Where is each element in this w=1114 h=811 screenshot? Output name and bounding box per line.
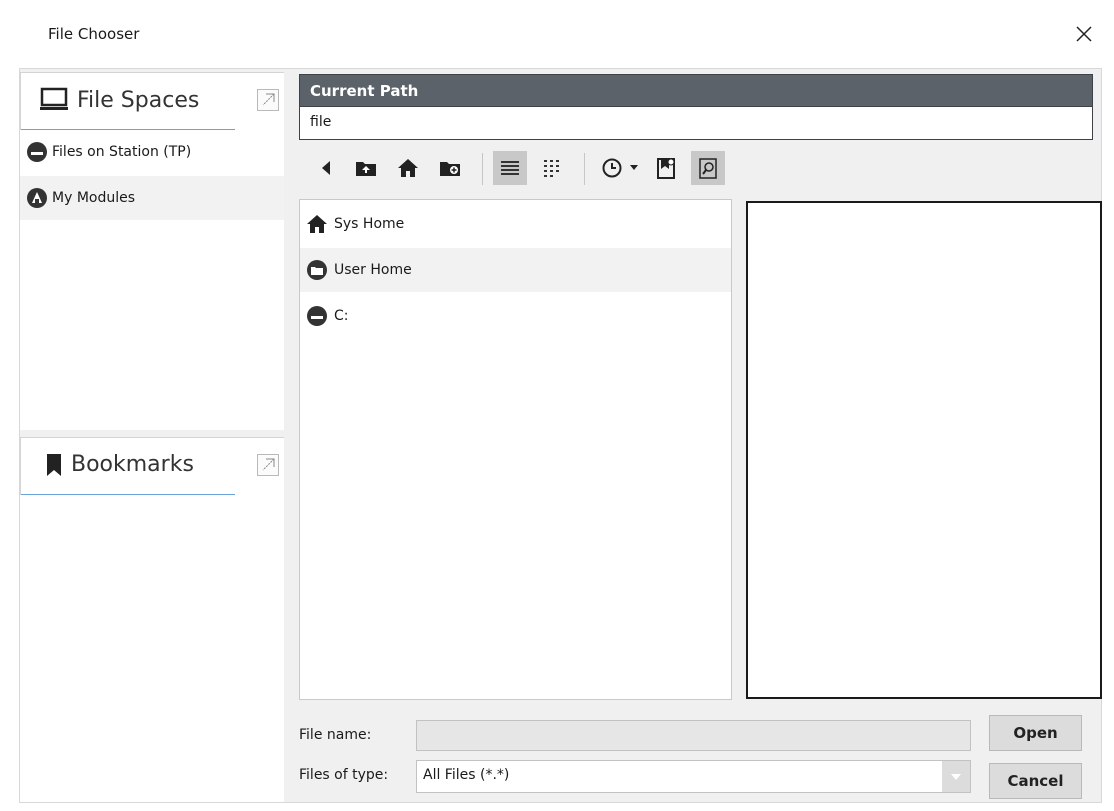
file-list-item[interactable]: Sys Home bbox=[300, 202, 731, 246]
drive-icon bbox=[307, 306, 327, 326]
home-icon bbox=[307, 215, 327, 233]
back-icon bbox=[322, 161, 330, 175]
bookmark-add-icon bbox=[657, 158, 675, 179]
bookmarks-label: Bookmarks bbox=[71, 452, 194, 477]
history-dropdown-button[interactable] bbox=[624, 151, 644, 185]
history-icon bbox=[602, 158, 622, 178]
details-view-icon bbox=[544, 160, 559, 177]
bookmarks-pane: Bookmarks bbox=[20, 437, 284, 496]
file-space-label: Files on Station (TP) bbox=[52, 144, 192, 160]
toolbar-separator bbox=[584, 153, 585, 185]
file-list-item-label: C: bbox=[334, 308, 349, 324]
close-button[interactable] bbox=[1068, 18, 1100, 50]
file-name-input[interactable] bbox=[416, 720, 971, 751]
expand-icon bbox=[262, 458, 275, 471]
file-list-item[interactable]: C: bbox=[300, 294, 731, 338]
window-title: File Chooser bbox=[48, 25, 140, 43]
file-chooser-dialog: File Spaces Files on Station (TP) My Mod… bbox=[19, 68, 1102, 803]
title-bar: File Chooser bbox=[0, 0, 1114, 68]
file-list-item[interactable]: User Home bbox=[300, 248, 731, 292]
bookmark-icon bbox=[47, 453, 61, 476]
files-of-type-select[interactable]: All Files (*.*) bbox=[416, 760, 971, 793]
user-folder-icon bbox=[307, 260, 327, 280]
current-path-header: Current Path bbox=[299, 74, 1093, 107]
files-of-type-value: All Files (*.*) bbox=[423, 767, 510, 783]
home-icon bbox=[398, 159, 418, 177]
computer-icon bbox=[40, 87, 68, 110]
list-view-icon bbox=[501, 161, 519, 175]
bookmarks-expand-button[interactable] bbox=[257, 454, 279, 476]
toolbar-separator bbox=[482, 153, 483, 185]
open-button[interactable]: Open bbox=[989, 715, 1082, 751]
file-name-label: File name: bbox=[299, 727, 372, 743]
bookmarks-list bbox=[20, 495, 284, 802]
new-folder-button[interactable] bbox=[433, 151, 467, 185]
cancel-button[interactable]: Cancel bbox=[989, 763, 1082, 799]
file-spaces-pane: File Spaces bbox=[20, 72, 284, 131]
files-of-type-label: Files of type: bbox=[299, 767, 389, 783]
expand-icon bbox=[262, 93, 275, 106]
file-list-item-label: User Home bbox=[334, 262, 412, 278]
list-view-button[interactable] bbox=[493, 151, 527, 185]
up-folder-icon bbox=[356, 162, 376, 176]
file-preview-pane bbox=[746, 201, 1102, 699]
chevron-down-icon bbox=[951, 773, 961, 780]
file-spaces-label: File Spaces bbox=[77, 87, 200, 113]
file-toolbar bbox=[299, 149, 1093, 189]
tab-bookmarks[interactable]: Bookmarks bbox=[45, 452, 194, 477]
details-view-button[interactable] bbox=[535, 151, 569, 185]
tab-file-spaces[interactable]: File Spaces bbox=[39, 87, 199, 113]
modules-icon bbox=[27, 188, 47, 208]
history-dropdown-icon bbox=[630, 165, 638, 170]
file-list-item-label: Sys Home bbox=[334, 216, 405, 232]
station-drive-icon bbox=[27, 142, 47, 162]
close-icon bbox=[1076, 26, 1092, 42]
bookmark-add-button[interactable] bbox=[649, 151, 683, 185]
file-space-item[interactable]: My Modules bbox=[20, 176, 284, 220]
file-spaces-expand-button[interactable] bbox=[257, 89, 279, 111]
preview-toggle-icon bbox=[699, 158, 717, 179]
files-of-type-dropdown[interactable] bbox=[942, 761, 970, 792]
current-path-input[interactable]: file bbox=[299, 107, 1093, 140]
file-spaces-list: Files on Station (TP) My Modules bbox=[20, 130, 284, 430]
back-button[interactable] bbox=[309, 151, 343, 185]
preview-toggle-button[interactable] bbox=[691, 151, 725, 185]
new-folder-icon bbox=[440, 162, 460, 176]
file-list: Sys Home User Home C: bbox=[299, 199, 732, 700]
up-folder-button[interactable] bbox=[349, 151, 383, 185]
file-space-label: My Modules bbox=[52, 190, 136, 206]
home-button[interactable] bbox=[391, 151, 425, 185]
file-space-item[interactable]: Files on Station (TP) bbox=[20, 130, 284, 174]
